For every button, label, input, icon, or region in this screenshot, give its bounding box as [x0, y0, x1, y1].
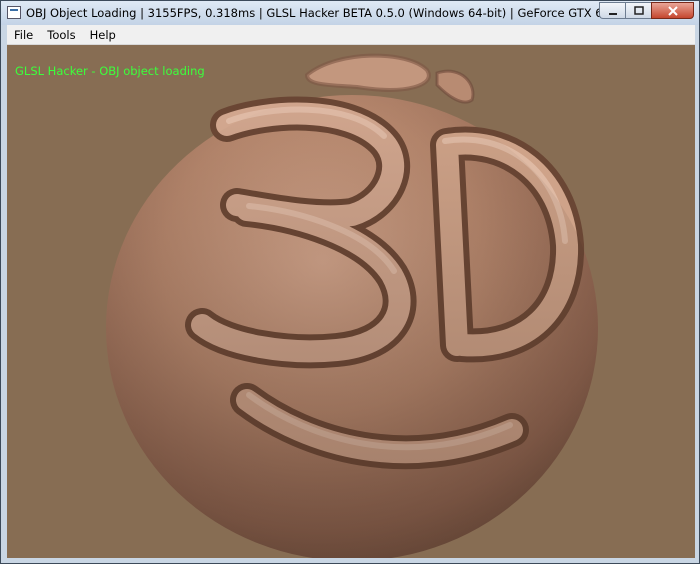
menu-file[interactable]: File	[7, 28, 40, 42]
window-title: OBJ Object Loading | 3155FPS, 0.318ms | …	[26, 6, 680, 20]
minimize-button[interactable]	[599, 2, 625, 19]
minimize-icon	[608, 12, 617, 15]
close-button[interactable]	[651, 2, 694, 19]
rendered-3d-model	[7, 45, 695, 558]
close-icon	[667, 5, 678, 16]
menu-tools[interactable]: Tools	[40, 28, 82, 42]
menu-bar: File Tools Help	[7, 25, 695, 45]
maximize-icon	[633, 5, 644, 15]
app-window-icon[interactable]	[7, 6, 21, 19]
menu-help[interactable]: Help	[83, 28, 123, 42]
title-bar[interactable]: OBJ Object Loading | 3155FPS, 0.318ms | …	[1, 1, 699, 25]
overlay-caption: GLSL Hacker - OBJ object loading	[15, 64, 205, 78]
window-controls	[599, 2, 694, 19]
maximize-button[interactable]	[625, 2, 651, 19]
render-viewport[interactable]: GLSL Hacker - OBJ object loading	[7, 45, 695, 558]
application-window: OBJ Object Loading | 3155FPS, 0.318ms | …	[0, 0, 700, 564]
